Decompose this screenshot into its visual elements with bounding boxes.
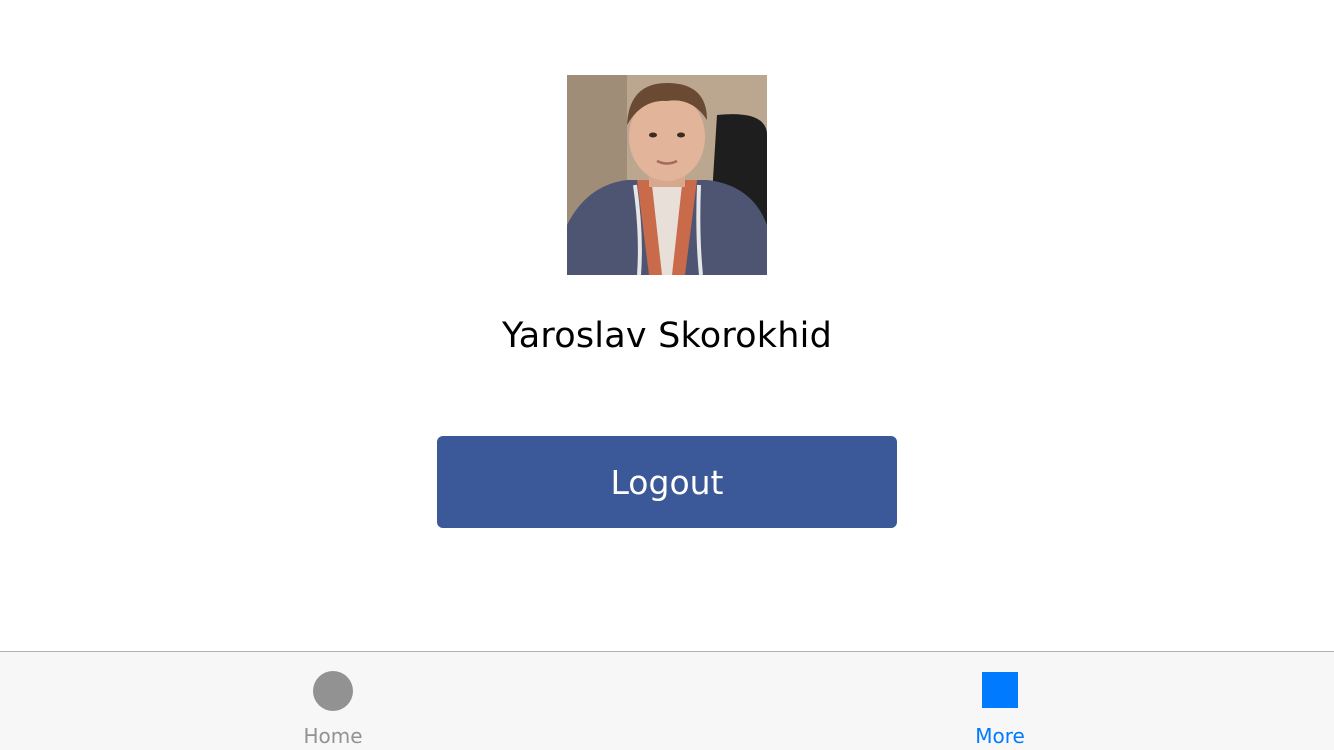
square-icon	[982, 672, 1018, 708]
profile-screen: Yaroslav Skorokhid Logout Home More	[0, 0, 1334, 750]
logout-button[interactable]: Logout	[437, 436, 897, 528]
circle-icon	[313, 671, 353, 711]
user-name: Yaroslav Skorokhid	[502, 316, 832, 356]
tab-bar: Home More	[0, 651, 1334, 750]
profile-photo-icon	[567, 75, 767, 275]
tab-more-label: More	[975, 724, 1025, 748]
avatar	[567, 75, 767, 275]
tab-home-label: Home	[303, 724, 363, 748]
tab-home[interactable]: Home	[233, 652, 433, 750]
tab-more[interactable]: More	[900, 652, 1100, 750]
